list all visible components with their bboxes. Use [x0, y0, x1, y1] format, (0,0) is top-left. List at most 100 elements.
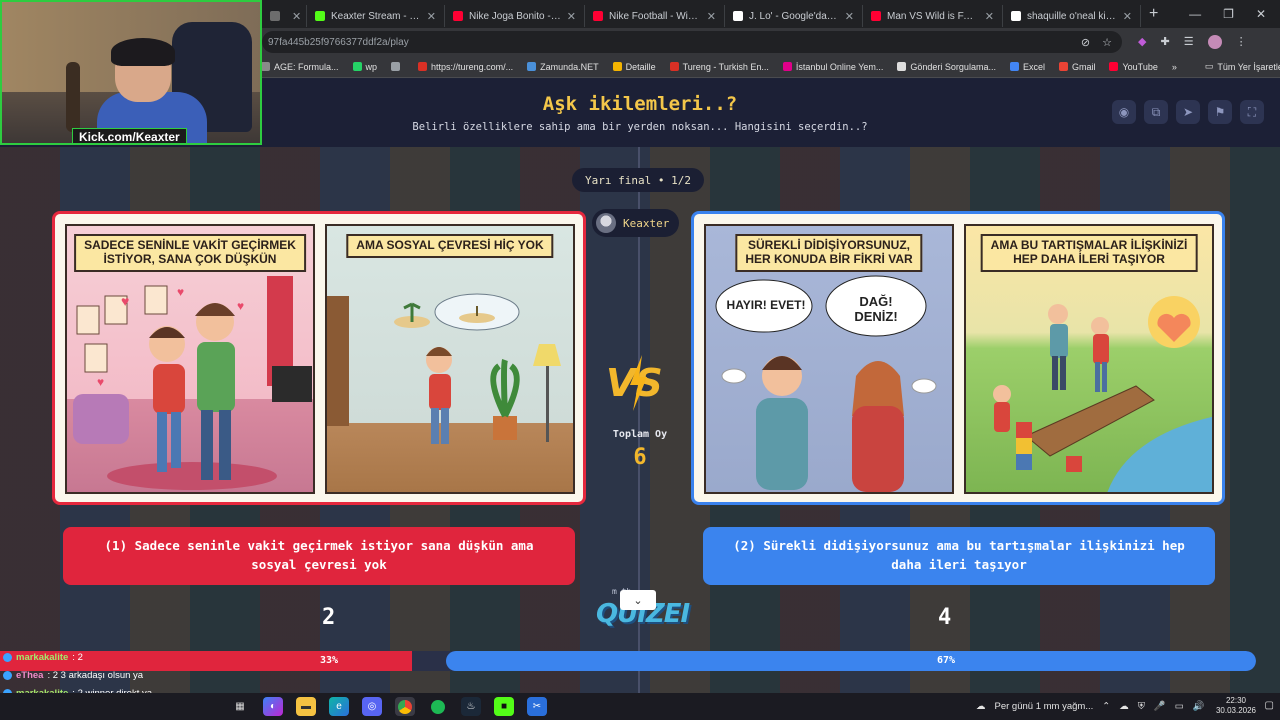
chat-text: : 2 3 arkadaşı olsun ya	[47, 669, 144, 681]
bookmark-label: Gmail	[1071, 61, 1096, 72]
browser-tab[interactable]: shaquille o'neal kilo - Goo ✕	[1003, 5, 1141, 27]
option-2-button[interactable]: (2) Sürekli didişiyorsunuz ama bu tartış…	[703, 527, 1215, 585]
browser-tab[interactable]: Keaxter Stream - Kick Das ✕	[307, 5, 445, 27]
bookmark-item[interactable]: wp	[346, 62, 385, 72]
bookmark-item[interactable]: Zamunda.NET	[520, 62, 606, 72]
chrome-icon[interactable]	[395, 697, 415, 716]
bookmarks-more-button[interactable]: »	[1165, 62, 1184, 72]
tray-up-arrow-icon[interactable]: ⌃	[1102, 701, 1110, 712]
bookmark-item[interactable]	[384, 62, 411, 72]
close-tab-icon[interactable]: ✕	[845, 10, 854, 23]
bookmark-favicon-icon	[261, 62, 270, 71]
bookmark-item[interactable]: Detaille	[606, 62, 663, 72]
snipping-icon[interactable]: ✂	[527, 697, 547, 716]
puzzle-icon[interactable]: ✚	[1160, 35, 1169, 49]
bookmark-item[interactable]: AGE: Formula...	[254, 62, 346, 72]
flag-icon[interactable]: ⚑	[1208, 100, 1232, 124]
more-menu-icon[interactable]: ⋮	[1236, 35, 1247, 49]
copilot-icon[interactable]: ◐	[263, 697, 283, 716]
bookmark-label: Tureng - Turkish En...	[682, 61, 769, 72]
browser-tab[interactable]: J. Lo' - Google'da Ara ✕	[725, 5, 863, 27]
all-bookmarks-folder[interactable]: ▭ Tüm Yer İşaretleri	[1198, 61, 1280, 72]
close-tab-icon[interactable]: ✕	[707, 10, 716, 23]
bookmark-favicon-icon	[352, 62, 362, 71]
close-tab-icon[interactable]: ✕	[1123, 10, 1132, 23]
chat-username[interactable]: eThea	[16, 670, 43, 681]
close-tab-icon[interactable]: ✕	[292, 10, 301, 23]
chat-username[interactable]: markakalite	[16, 652, 68, 663]
eye-off-icon[interactable]: ⊘	[1081, 36, 1090, 49]
close-tab-icon[interactable]: ✕	[985, 10, 994, 23]
network-icon[interactable]: ▭	[1175, 701, 1184, 712]
close-tab-icon[interactable]: ✕	[427, 10, 436, 23]
tab-title: Keaxter Stream - Kick Das	[331, 10, 421, 22]
option-2-card[interactable]: SÜREKLİ DİDİŞİYORSUNUZ, HER KONUDA BİR F…	[691, 211, 1225, 505]
spotify-icon[interactable]	[428, 697, 448, 716]
notification-icon[interactable]: ▢	[1265, 700, 1274, 711]
volume-icon[interactable]: 🔊	[1193, 701, 1205, 712]
bookmark-label: İstanbul Online Yem...	[795, 61, 884, 72]
system-clock[interactable]: 22:30 30.03.2026	[1216, 696, 1256, 716]
eye-icon[interactable]: ◉	[1112, 100, 1136, 124]
option-1-button[interactable]: (1) Sadece seninle vakit geçirmek istiyo…	[63, 527, 575, 585]
option-2-percent: 67%	[937, 655, 956, 666]
svg-text:♥: ♥	[97, 375, 104, 389]
tab-title: Nike Football - Winner St	[609, 10, 701, 22]
browser-tab[interactable]: Man VS Wild is FAKE 😄👁 ✕	[863, 5, 1003, 27]
new-tab-button[interactable]: +	[1149, 5, 1158, 23]
tab-favicon-icon	[270, 11, 280, 21]
weather-text[interactable]: Per günü 1 mm yağm...	[995, 701, 1094, 712]
option-2-vote-count: 4	[938, 605, 952, 630]
bookmark-item[interactable]: İstanbul Online Yem...	[776, 62, 891, 72]
expand-chevron-button[interactable]: ⌄	[620, 590, 656, 610]
star-icon[interactable]: ☆	[1102, 36, 1112, 49]
mic-icon[interactable]: 🎤	[1154, 701, 1166, 712]
fullscreen-icon[interactable]: ⛶	[1240, 100, 1264, 124]
option-2-panel-2-caption: AMA BU TARTIŞMALAR İLİŞKİNİZİ HEP DAHA İ…	[980, 234, 1198, 272]
maximize-icon[interactable]: ❐	[1223, 7, 1234, 21]
browser-tab[interactable]: Nike Joga Bonito - Brazil ✕	[445, 5, 585, 27]
security-icon[interactable]: ⛨	[1138, 701, 1145, 712]
send-icon[interactable]: ➤	[1176, 100, 1200, 124]
browser-tab[interactable]: Nike Football - Winner St ✕	[585, 5, 725, 27]
svg-text:♥: ♥	[177, 285, 184, 299]
file-explorer-icon[interactable]: ▬	[296, 697, 316, 716]
bookmark-item[interactable]: https://tureng.com/...	[411, 62, 520, 72]
url-actions: ⊘ ☆	[1081, 36, 1122, 49]
window-controls: — ❐ ✕	[1189, 7, 1280, 21]
option-1-card[interactable]: ♥ ♥ ♥ ♥ SADECE SENİNLE VAKİT GEÇİRMEK İS…	[52, 211, 586, 505]
tab-favicon-icon	[1011, 11, 1021, 21]
profile-avatar[interactable]	[1207, 35, 1222, 49]
bookmark-label: Excel	[1022, 61, 1045, 72]
steam-icon[interactable]: ♨	[461, 697, 481, 716]
url-field[interactable]: 97fa445b25f9766377ddf2a/play ⊘ ☆	[262, 31, 1122, 53]
menu-list-icon[interactable]: ☰	[1184, 35, 1194, 49]
chat-badge-icon	[3, 652, 12, 662]
bookmark-favicon-icon	[669, 62, 679, 71]
close-window-icon[interactable]: ✕	[1256, 7, 1266, 21]
bookmark-item[interactable]: Gönderi Sorgulama...	[890, 62, 1003, 72]
bookmark-item[interactable]: Excel	[1003, 62, 1052, 72]
kick-app-icon[interactable]: ■	[494, 697, 514, 716]
tab-title: Man VS Wild is FAKE 😄👁	[887, 10, 979, 22]
close-tab-icon[interactable]: ✕	[567, 10, 576, 23]
bookmark-item[interactable]: YouTube	[1102, 62, 1164, 72]
bookmark-item[interactable]: Tureng - Turkish En...	[663, 62, 776, 72]
tab-favicon-icon	[593, 11, 603, 21]
cloud-icon[interactable]: ☁	[1119, 701, 1129, 712]
extension-icon[interactable]: ◆	[1138, 35, 1146, 49]
weather-icon[interactable]: ☁	[976, 701, 986, 712]
minimize-icon[interactable]: —	[1189, 7, 1201, 21]
browser-tab[interactable]: üst✕	[262, 5, 307, 27]
clock-time: 22:30	[1225, 696, 1246, 705]
svg-text:♥: ♥	[237, 299, 244, 313]
option-1-panel-2-caption: AMA SOSYAL ÇEVRESİ HİÇ YOK	[346, 234, 554, 258]
edge-icon[interactable]: e	[329, 697, 349, 716]
discord-icon[interactable]: ◎	[362, 697, 382, 716]
option-1-vote-count: 2	[322, 605, 336, 630]
task-view-icon[interactable]: ▦	[230, 697, 250, 716]
bookmarks-right: » ▭ Tüm Yer İşaretleri	[1165, 61, 1280, 72]
voter-badge: Keaxter	[592, 209, 680, 237]
bookmark-item[interactable]: Gmail	[1052, 62, 1103, 72]
copy-icon[interactable]: ⧉	[1144, 100, 1168, 124]
